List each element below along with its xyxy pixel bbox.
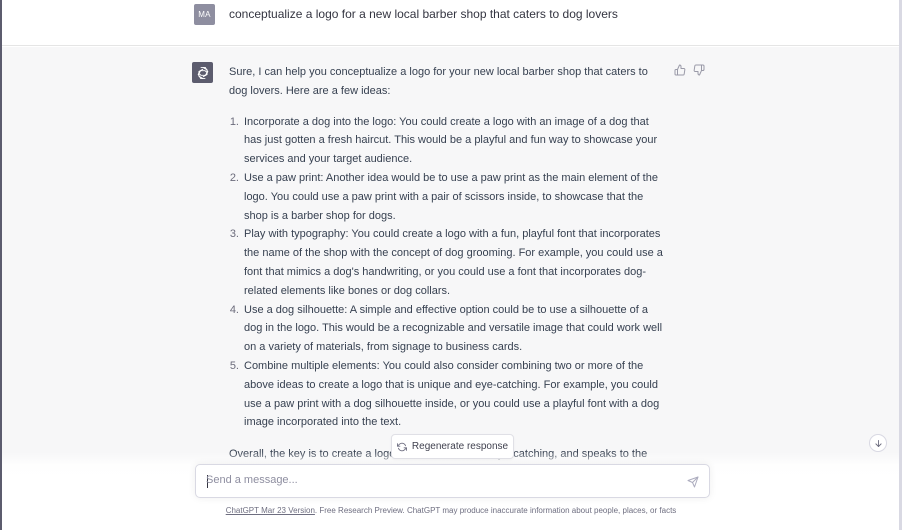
user-message-text: conceptualize a logo for a new local bar…: [229, 7, 618, 21]
disclaimer-text: . Free Research Preview. ChatGPT may pro…: [314, 506, 677, 515]
thumbs-up-button[interactable]: [674, 64, 686, 76]
list-item-number: 4.: [229, 303, 239, 316]
openai-logo-icon: [192, 62, 213, 83]
list-item-text: Combine multiple elements: You could als…: [244, 359, 660, 429]
thumbs-down-icon: [693, 64, 705, 76]
list-item: 1. Incorporate a dog into the logo: You c…: [229, 113, 669, 169]
list-item-number: 1.: [229, 115, 239, 128]
ideas-list: 1. Incorporate a dog into the logo: You c…: [229, 113, 669, 433]
list-item-number: 5.: [229, 359, 239, 372]
user-message-row: MA conceptualize a logo for a new local …: [2, 0, 899, 46]
thumbs-up-icon: [674, 64, 686, 76]
footer-disclaimer: ChatGPT Mar 23 Version. Free Research Pr…: [0, 506, 902, 515]
list-item-text: Use a paw print: Another idea would be t…: [244, 171, 658, 222]
list-item: 5. Combine multiple elements: You could a…: [229, 357, 669, 432]
assistant-message-content: Sure, I can help you conceptualize a log…: [229, 63, 669, 464]
send-icon: [687, 476, 699, 488]
list-item-number: 3.: [229, 228, 239, 241]
list-item-number: 2.: [229, 171, 239, 184]
message-input[interactable]: [206, 474, 676, 486]
list-item-text: Play with typography: You could create a…: [244, 228, 663, 297]
list-item: 2. Use a paw print: Another idea would be…: [229, 169, 669, 225]
send-button[interactable]: [686, 475, 700, 489]
refresh-icon: [396, 442, 407, 451]
regenerate-response-button[interactable]: Regenerate response: [391, 434, 514, 459]
version-link[interactable]: ChatGPT Mar 23 Version: [226, 506, 315, 515]
list-item-text: Incorporate a dog into the logo: You cou…: [244, 115, 658, 166]
regenerate-label: Regenerate response: [411, 441, 509, 452]
scroll-to-bottom-button[interactable]: [869, 434, 887, 452]
list-item-text: Use a dog silhouette: A simple and effec…: [244, 303, 663, 354]
list-item: 3. Play with typography: You could create…: [229, 225, 669, 300]
list-item: 4. Use a dog silhouette: A simple and eff…: [229, 301, 669, 357]
assistant-intro: Sure, I can help you conceptualize a log…: [229, 66, 648, 97]
thumbs-down-button[interactable]: [693, 64, 705, 76]
arrow-down-icon: [874, 439, 882, 447]
message-composer[interactable]: [195, 464, 710, 498]
user-avatar: MA: [194, 4, 215, 25]
